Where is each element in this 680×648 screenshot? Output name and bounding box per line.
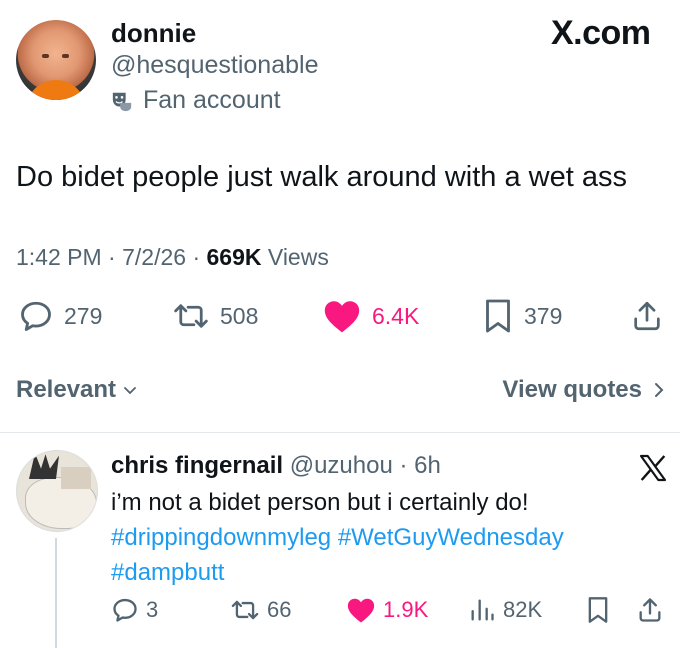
reply-like-button[interactable]: 1.9K [346, 596, 428, 624]
reply-icon [21, 301, 51, 331]
repost-count: 508 [220, 302, 259, 329]
reply-handle[interactable]: @uzuhou [290, 452, 393, 479]
reply-icon [113, 598, 137, 622]
bookmark-button[interactable]: 379 [482, 298, 562, 334]
reply-count: 279 [64, 302, 103, 329]
reply-like-count: 1.9K [383, 597, 429, 622]
share-icon [634, 301, 660, 331]
account-label-text: Fan account [143, 86, 281, 114]
views-label: Views [267, 244, 329, 270]
theater-masks-icon [112, 92, 132, 111]
repost-icon [174, 304, 208, 328]
avatar-detail [42, 54, 49, 58]
reply-time[interactable]: 6h [414, 452, 441, 479]
avatar[interactable] [16, 20, 96, 100]
share-icon [639, 598, 661, 622]
heart-filled-icon [324, 301, 360, 333]
tweet-actions: 279 508 6.4K 379 [0, 298, 680, 338]
heart-filled-icon [347, 598, 375, 623]
tweet-meta: 1:42 PM · 7/2/26 · 669K Views [16, 244, 329, 271]
sort-relevant-label: Relevant [16, 376, 117, 403]
reply-text-line: i’m not a bidet person but i certainly d… [111, 489, 529, 516]
repost-button[interactable]: 508 [172, 298, 258, 334]
divider [0, 432, 680, 433]
chevron-down-icon [124, 387, 136, 395]
bookmark-icon [588, 597, 608, 623]
display-name[interactable]: donnie [111, 18, 196, 49]
thread-line [55, 538, 57, 648]
repost-icon [231, 600, 259, 620]
reply-bookmark-button[interactable] [586, 596, 610, 624]
separator-dot: · [392, 452, 415, 479]
reply-avatar[interactable] [16, 450, 98, 532]
hashtag-link[interactable]: #WetGuyWednesday [338, 524, 564, 551]
views-bar-icon [471, 599, 494, 621]
like-count: 6.4K [372, 302, 420, 329]
tweet-time[interactable]: 1:42 PM [16, 244, 102, 270]
avatar-detail [26, 80, 86, 100]
account-label: Fan account [111, 86, 281, 115]
user-handle[interactable]: @hesquestionable [111, 51, 318, 80]
reply-repost-button[interactable]: 66 [230, 596, 291, 624]
reply-display-name[interactable]: chris fingernail [111, 452, 283, 479]
hashtag-link[interactable]: #dampbutt [111, 559, 224, 586]
x-logo-icon [639, 454, 667, 482]
tweet-text: Do bidet people just walk around with a … [16, 161, 627, 193]
reply-views-count: 82K [503, 597, 543, 622]
reply-repost-count: 66 [267, 597, 292, 622]
bookmark-icon [486, 299, 510, 333]
separator-dot: · [108, 244, 123, 270]
avatar-detail [61, 467, 91, 489]
avatar-detail [29, 453, 59, 479]
reply-hashtags-line: #dampbutt [111, 555, 671, 590]
reply-views-button[interactable]: 82K [468, 596, 542, 624]
reply-button[interactable]: 279 [18, 298, 102, 334]
share-button[interactable] [630, 298, 664, 334]
reply-share-button[interactable] [636, 596, 664, 624]
reply-text: i’m not a bidet person but i certainly d… [111, 485, 671, 590]
chevron-right-icon [655, 383, 664, 397]
reply-actions: 3 66 1.9K 82K [0, 596, 680, 628]
reply-reply-button[interactable]: 3 [111, 596, 158, 624]
tweet-date[interactable]: 7/2/26 [122, 244, 186, 270]
sort-relevant-dropdown[interactable]: Relevant [16, 376, 138, 404]
reply-header: chris fingernail @uzuhou · 6h [111, 452, 441, 480]
like-button[interactable]: 6.4K [322, 298, 419, 334]
site-logo: X.com [551, 14, 651, 52]
avatar-detail [62, 54, 69, 58]
reply-hashtags-line: #drippingdownmyleg #WetGuyWednesday [111, 520, 671, 555]
reply-reply-count: 3 [146, 597, 159, 622]
hashtag-link[interactable]: #drippingdownmyleg [111, 524, 331, 551]
views-count: 669K [206, 244, 262, 270]
separator-dot: · [192, 244, 207, 270]
view-quotes-link[interactable]: View quotes [502, 376, 666, 404]
bookmark-count: 379 [524, 302, 563, 329]
view-quotes-label: View quotes [502, 376, 642, 403]
